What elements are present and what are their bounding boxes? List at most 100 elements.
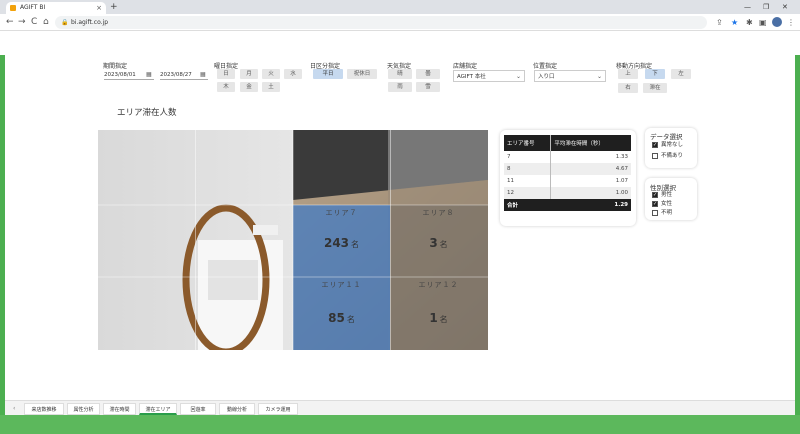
home-icon[interactable]: ⌂ xyxy=(43,17,49,28)
weather-chip-rain[interactable]: 雨 xyxy=(388,82,412,92)
data-select-title: データ選択 xyxy=(650,133,683,141)
direction-chip-stay[interactable]: 滞在 xyxy=(643,83,667,93)
zone-count-unit: 名 xyxy=(346,315,355,324)
close-window-icon[interactable]: ✕ xyxy=(782,1,788,13)
checkbox-unchecked[interactable] xyxy=(652,210,658,216)
table-row: 12 1.00 xyxy=(504,187,631,199)
chevron-down-icon: ⌄ xyxy=(515,73,521,80)
zone-count-7: 243 名 xyxy=(293,236,390,250)
checkbox-checked[interactable] xyxy=(652,200,658,208)
weekday-chip-wed[interactable]: 水 xyxy=(284,69,302,79)
bookmark-star-icon[interactable]: ★ xyxy=(731,17,738,28)
page-tab-visits[interactable]: 来店数推移 xyxy=(24,403,64,415)
page-title: エリア滞在人数 xyxy=(117,108,177,118)
minimize-icon[interactable]: — xyxy=(744,1,751,13)
gender-option-label: 不明 xyxy=(661,210,673,216)
profile-avatar[interactable] xyxy=(772,17,782,27)
zone-label-11: エリア１１ xyxy=(321,281,362,289)
page-tab-camera[interactable]: カメラ運用 xyxy=(258,403,298,415)
checkbox-unchecked[interactable] xyxy=(652,153,658,159)
table-cell: 1.33 xyxy=(615,154,628,160)
share-icon[interactable]: ⇪ xyxy=(716,17,723,28)
page-tab-stay-area[interactable]: 滞在エリア xyxy=(139,403,177,415)
table-cell: 8 xyxy=(504,163,552,175)
table-header-row: エリア番号 平均滞在時間（秒） xyxy=(504,135,631,151)
new-tab-button[interactable]: + xyxy=(110,2,118,12)
table-cell: 11 xyxy=(504,175,552,187)
column-header-area[interactable]: エリア番号 xyxy=(504,135,552,151)
zone-label-12: エリア１２ xyxy=(418,281,459,289)
checkbox-checked[interactable] xyxy=(652,191,658,199)
address-bar: ← → C ⌂ 🔒 bi.agift.co.jp ⇪ ★ ✱ ▣ ⋮ xyxy=(0,14,800,31)
calendar-icon[interactable]: ▦ xyxy=(146,71,152,78)
back-icon[interactable]: ← xyxy=(6,17,14,28)
calendar-icon[interactable]: ▦ xyxy=(200,71,206,78)
zone-label-7: エリア７ xyxy=(325,209,358,217)
zone-count-8: 3名 xyxy=(390,236,487,250)
start-date-value: 2023/08/01 xyxy=(104,72,136,78)
weekday-chip-sat[interactable]: 土 xyxy=(262,82,280,92)
zone-count-value: 3 xyxy=(429,236,438,250)
column-header-avg-time[interactable]: 平均滞在時間（秒） xyxy=(550,135,631,151)
zone-count-value: 243 xyxy=(323,236,350,250)
weekday-chip-sun[interactable]: 日 xyxy=(217,69,235,79)
table-cell: 1.07 xyxy=(615,178,628,184)
weekday-chip-fri[interactable]: 金 xyxy=(240,82,258,92)
table-cell: 7 xyxy=(504,151,552,163)
table-cell: 1.00 xyxy=(550,187,631,199)
weather-chip-cloudy[interactable]: 曇 xyxy=(416,69,440,79)
data-option-label: 不備あり xyxy=(661,153,684,159)
daytype-chip-holiday[interactable]: 祝休日 xyxy=(347,69,377,79)
url-input[interactable]: 🔒 bi.agift.co.jp xyxy=(55,16,707,29)
page-tab-stay-time[interactable]: 滞在時間 xyxy=(103,403,136,415)
restore-icon[interactable]: ❐ xyxy=(763,1,769,13)
reload-icon[interactable]: C xyxy=(31,17,37,28)
page-tab-circulation[interactable]: 回遊率 xyxy=(180,403,216,415)
checkbox-checked[interactable] xyxy=(652,141,658,149)
position-label: 位置指定 xyxy=(533,63,558,70)
extensions-icon[interactable]: ✱ xyxy=(746,17,753,28)
side-panel-icon[interactable]: ▣ xyxy=(759,17,767,28)
data-option-normal[interactable]: 異常なし xyxy=(652,141,683,149)
browser-tabbar: AGIFT BI × + — ❐ ✕ xyxy=(0,0,800,14)
toolbar-strip xyxy=(0,31,800,55)
weather-chip-sunny[interactable]: 晴 xyxy=(388,69,412,79)
gender-option-male[interactable]: 男性 xyxy=(652,191,672,199)
table-total-row: 合計 1.29 xyxy=(504,199,631,211)
gender-option-female[interactable]: 女性 xyxy=(652,200,672,208)
frame-bottom xyxy=(0,415,800,434)
chevron-left-icon[interactable]: ‹ xyxy=(13,403,15,415)
weather-chip-snow[interactable]: 雪 xyxy=(416,82,440,92)
weekday-chip-tue[interactable]: 火 xyxy=(262,69,280,79)
selected-zone-overlay xyxy=(293,205,390,350)
table-row: 7 1.33 xyxy=(504,151,631,163)
store-select[interactable]: AGIFT 本社 ⌄ xyxy=(453,70,525,82)
close-tab-icon[interactable]: × xyxy=(96,2,102,14)
url-text: bi.agift.co.jp xyxy=(71,19,109,26)
page-tab-flow[interactable]: 動線分析 xyxy=(219,403,255,415)
chevron-down-icon: ⌄ xyxy=(596,73,602,80)
direction-chip-down[interactable]: 下 xyxy=(645,69,665,79)
stay-time-table: エリア番号 平均滞在時間（秒） 7 1.33 8 4.67 11 1.07 12… xyxy=(504,135,631,211)
data-option-label: 異常なし xyxy=(661,142,684,148)
table-cell: 4.67 xyxy=(550,163,631,175)
daytype-chip-weekday[interactable]: 平日 xyxy=(313,69,343,79)
data-option-defect[interactable]: 不備あり xyxy=(652,152,683,160)
table-total-label: 合計 xyxy=(504,199,551,211)
weekday-chip-mon[interactable]: 月 xyxy=(240,69,258,79)
forward-icon[interactable]: → xyxy=(18,17,26,28)
table-row: 11 1.07 xyxy=(504,175,631,187)
zone-count-value: 1 xyxy=(429,311,438,325)
area-heatmap: エリア７ 243 名 エリア８ 3名 エリア１１ 85 名 エリア１２ 1名 xyxy=(98,130,488,350)
period-label: 期間指定 xyxy=(103,63,128,70)
frame-right xyxy=(795,55,800,415)
direction-chip-left[interactable]: 左 xyxy=(671,69,691,79)
direction-chip-right[interactable]: 右 xyxy=(618,83,638,93)
browser-tab[interactable]: AGIFT BI × xyxy=(6,2,106,14)
weekday-chip-thu[interactable]: 木 xyxy=(217,82,235,92)
page-tab-attributes[interactable]: 属性分析 xyxy=(67,403,100,415)
direction-chip-up[interactable]: 上 xyxy=(618,69,638,79)
gender-option-unknown[interactable]: 不明 xyxy=(652,209,672,217)
browser-menu-icon[interactable]: ⋮ xyxy=(787,17,795,28)
position-select[interactable]: 入り口 ⌄ xyxy=(534,70,606,82)
